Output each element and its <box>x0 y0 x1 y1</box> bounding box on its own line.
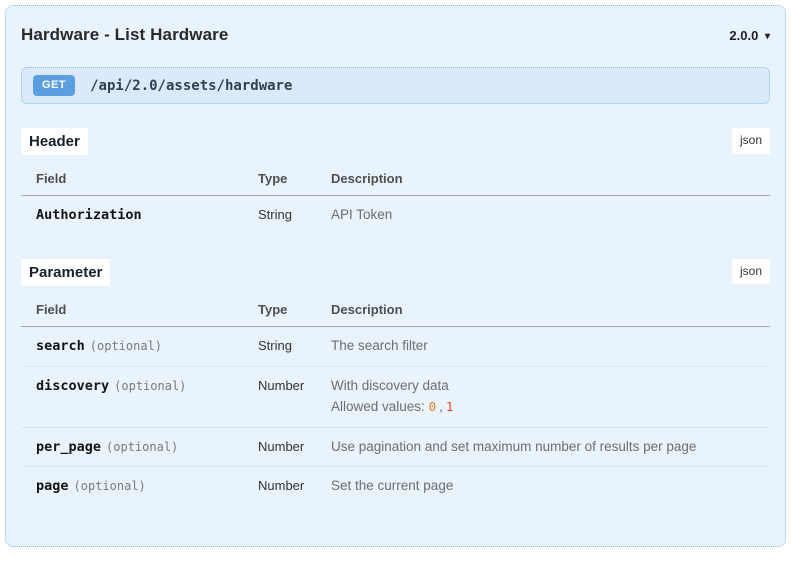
allowed-values-label: Allowed values: <box>331 398 425 414</box>
field-qualifier: (optional) <box>73 479 146 494</box>
header-section: Header json Field Type Description Autho… <box>21 128 770 235</box>
field-qualifier: (optional) <box>89 338 163 353</box>
field-qualifier: (optional) <box>106 439 179 454</box>
column-header-field: Field <box>21 161 258 196</box>
parameter-table-column-row: Field Type Description <box>21 291 770 327</box>
section-heading-header: Header <box>21 128 88 155</box>
endpoint-box: GET /api/2.0/assets/hardware <box>21 67 770 104</box>
field-type: Number <box>258 478 305 494</box>
chevron-down-icon: ▾ <box>764 30 770 42</box>
table-row-authorization: Authorization String API Token <box>21 196 770 235</box>
field-name: Authorization <box>36 207 142 223</box>
field-qualifier: (optional) <box>114 378 187 393</box>
allowed-value-1: 1 <box>445 398 454 414</box>
title-row: Hardware - List Hardware 2.0.0 ▾ <box>21 25 770 45</box>
field-name: search <box>36 337 85 354</box>
allowed-values: Allowed values: 0,1 <box>331 399 770 416</box>
field-type: Number <box>258 366 331 428</box>
field-description: Use pagination and set maximum number of… <box>331 427 770 468</box>
field-description: Set the current page <box>331 478 454 494</box>
parameter-section: Parameter json Field Type Description se… <box>21 258 770 506</box>
header-json-toggle-button[interactable]: json <box>731 128 770 154</box>
table-row-per-page: per_page (optional) Number Use pagination… <box>21 427 770 468</box>
field-cell: Authorization <box>21 196 258 235</box>
allowed-value-0: 0 <box>428 398 437 414</box>
field-type: String <box>258 207 292 222</box>
api-doc-panel: Hardware - List Hardware 2.0.0 ▾ GET /ap… <box>5 5 786 547</box>
header-table-column-row: Field Type Description <box>21 161 770 196</box>
http-method-badge: GET <box>33 75 76 96</box>
header-section-heading-row: Header json <box>21 128 770 155</box>
column-header-field: Field <box>21 291 258 327</box>
column-header-description: Description <box>331 291 770 327</box>
parameter-section-heading-row: Parameter json <box>21 258 770 286</box>
field-type: String <box>258 326 331 367</box>
allowed-values-separator: , <box>439 398 443 414</box>
header-table: Field Type Description Authorization Str… <box>21 161 770 235</box>
field-cell: page (optional) <box>21 467 258 506</box>
field-name: page <box>36 478 69 495</box>
field-description: API Token <box>331 207 393 222</box>
column-header-type: Type <box>258 161 331 196</box>
field-description: The search filter <box>331 326 770 367</box>
section-heading-parameter: Parameter <box>21 258 111 286</box>
endpoint-path: /api/2.0/assets/hardware <box>90 77 293 94</box>
page-title: Hardware - List Hardware <box>21 25 229 44</box>
table-row-page: page (optional) Number Set the current pa… <box>21 467 770 506</box>
field-name: per_page <box>36 438 102 455</box>
field-description: With discovery data <box>331 377 449 393</box>
version-dropdown[interactable]: 2.0.0 ▾ <box>729 28 770 43</box>
column-header-type: Type <box>258 291 331 327</box>
field-type: Number <box>258 427 331 468</box>
parameter-json-toggle-button[interactable]: json <box>731 258 770 285</box>
table-row-search: search (optional) String The search filte… <box>21 326 770 367</box>
field-cell: per_page (optional) <box>21 427 258 468</box>
column-header-description: Description <box>331 161 770 196</box>
table-row-discovery: discovery (optional) Number With discover… <box>21 366 770 428</box>
version-label: 2.0.0 <box>729 27 759 43</box>
field-name: discovery <box>36 377 110 394</box>
parameter-table: Field Type Description search (optional) … <box>21 291 770 506</box>
field-cell: search (optional) <box>21 326 258 367</box>
field-description-cell: With discovery data Allowed values: 0,1 <box>331 366 770 428</box>
field-cell: discovery (optional) <box>21 366 258 428</box>
